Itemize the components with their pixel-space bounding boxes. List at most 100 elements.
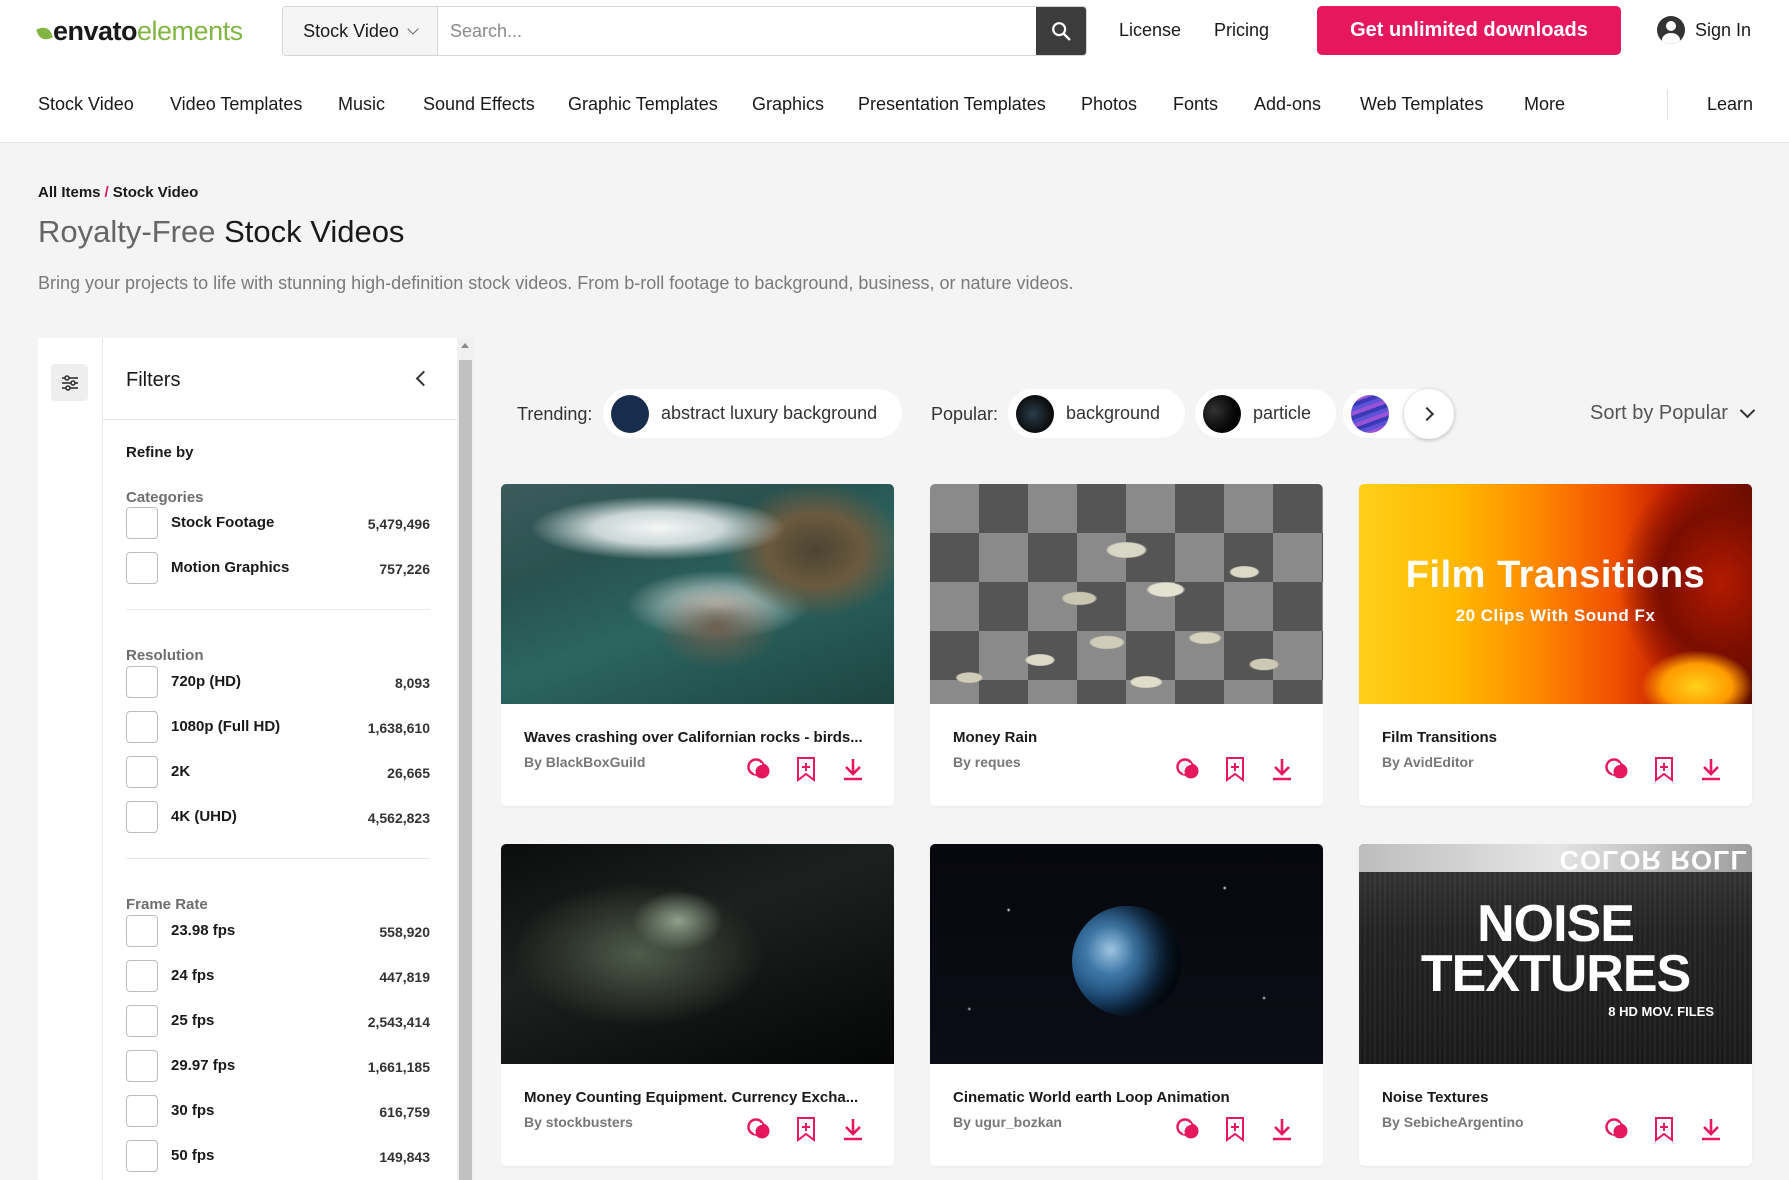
envato-elements-logo[interactable]: envato elements [36, 16, 243, 47]
nav-item-photos[interactable]: Photos [1081, 94, 1137, 115]
license-link[interactable]: License [1119, 20, 1181, 41]
video-card[interactable]: COLOR ROLL NOISE TEXTURES 8 HD MOV. FILE… [1359, 844, 1752, 1166]
nav-item-graphics[interactable]: Graphics [752, 94, 824, 115]
similar-items-button[interactable] [1174, 755, 1201, 782]
filter-option[interactable]: 1080p (Full HD) 1,638,610 [126, 711, 430, 743]
card-title[interactable]: Noise Textures [1382, 1089, 1722, 1106]
filter-option[interactable]: 23.98 fps 558,920 [126, 915, 430, 947]
video-thumbnail[interactable] [501, 844, 894, 1064]
breadcrumb-all-items[interactable]: All Items [38, 184, 101, 201]
filter-option[interactable]: 29.97 fps 1,661,185 [126, 1050, 430, 1082]
sidebar-scrollbar-thumb[interactable] [459, 360, 472, 1180]
checkbox[interactable] [126, 1095, 158, 1127]
filter-option[interactable]: Motion Graphics 757,226 [126, 552, 430, 584]
download-button[interactable] [1697, 755, 1724, 782]
search-input[interactable] [438, 7, 1036, 55]
sort-dropdown[interactable]: Sort by Popular [1590, 402, 1756, 425]
card-title[interactable]: Cinematic World earth Loop Animation [953, 1089, 1293, 1106]
filter-toggle-button[interactable] [51, 364, 88, 401]
checkbox[interactable] [126, 960, 158, 992]
nav-item-stock-video[interactable]: Stock Video [38, 94, 134, 115]
add-to-collection-button[interactable] [1221, 755, 1248, 782]
nav-item-sound-effects[interactable]: Sound Effects [423, 94, 535, 115]
collapse-chevron-icon[interactable] [415, 370, 432, 387]
filter-option[interactable]: 50 fps 149,843 [126, 1140, 430, 1172]
video-card[interactable]: Cinematic World earth Loop Animation By … [930, 844, 1323, 1166]
similar-items-button[interactable] [1174, 1115, 1201, 1142]
search-category-select[interactable]: Stock Video [283, 7, 438, 55]
download-button[interactable] [1268, 1115, 1295, 1142]
video-card[interactable]: Money Rain By reques [930, 484, 1323, 806]
checkbox[interactable] [126, 711, 158, 743]
video-card[interactable]: Money Counting Equipment. Currency Excha… [501, 844, 894, 1166]
nav-item-presentation-templates[interactable]: Presentation Templates [858, 94, 1046, 115]
card-title[interactable]: Money Counting Equipment. Currency Excha… [524, 1089, 864, 1106]
popular-tag-pill[interactable]: particle [1195, 389, 1337, 438]
video-card[interactable]: Film Transitions 20 Clips With Sound Fx … [1359, 484, 1752, 806]
filter-option[interactable]: 30 fps 616,759 [126, 1095, 430, 1127]
video-thumbnail[interactable]: COLOR ROLL NOISE TEXTURES 8 HD MOV. FILE… [1359, 844, 1752, 1064]
checkbox[interactable] [126, 1050, 158, 1082]
checkbox[interactable] [126, 915, 158, 947]
add-to-collection-button[interactable] [1650, 755, 1677, 782]
filter-option[interactable]: Stock Footage 5,479,496 [126, 507, 430, 539]
filter-option[interactable]: 25 fps 2,543,414 [126, 1005, 430, 1037]
popular-tag-pill[interactable]: background [1008, 389, 1186, 438]
tags-next-button[interactable] [1404, 389, 1454, 439]
add-to-collection-button[interactable] [1221, 1115, 1248, 1142]
video-thumbnail[interactable] [501, 484, 894, 704]
checkbox[interactable] [126, 552, 158, 584]
card-author[interactable]: By reques [953, 754, 1021, 770]
trending-tag-pill[interactable]: abstract luxury background [603, 389, 903, 438]
filter-option[interactable]: 4K (UHD) 4,562,823 [126, 801, 430, 833]
video-card[interactable]: Waves crashing over Californian rocks - … [501, 484, 894, 806]
card-author[interactable]: By ugur_bozkan [953, 1114, 1062, 1130]
filter-option[interactable]: 720p (HD) 8,093 [126, 666, 430, 698]
nav-item-add-ons[interactable]: Add-ons [1254, 94, 1321, 115]
card-title[interactable]: Film Transitions [1382, 729, 1722, 746]
video-thumbnail[interactable]: Film Transitions 20 Clips With Sound Fx [1359, 484, 1752, 704]
video-thumbnail[interactable] [930, 484, 1323, 704]
checkbox[interactable] [126, 507, 158, 539]
nav-item-more[interactable]: More [1524, 94, 1565, 115]
nav-item-web-templates[interactable]: Web Templates [1360, 94, 1483, 115]
checkbox[interactable] [126, 756, 158, 788]
download-button[interactable] [839, 1115, 866, 1142]
bookmark-plus-icon [796, 756, 815, 782]
sign-in-button[interactable]: Sign In [1657, 16, 1751, 44]
download-button[interactable] [1697, 1115, 1724, 1142]
card-title[interactable]: Waves crashing over Californian rocks - … [524, 729, 864, 746]
scroll-up-arrow-icon[interactable] [461, 343, 469, 348]
card-title[interactable]: Money Rain [953, 729, 1293, 746]
download-button[interactable] [1268, 755, 1295, 782]
checkbox[interactable] [126, 666, 158, 698]
breadcrumb-stock-video[interactable]: Stock Video [113, 184, 199, 201]
card-author[interactable]: By SebicheArgentino [1382, 1114, 1524, 1130]
card-author[interactable]: By BlackBoxGuild [524, 754, 645, 770]
similar-items-button[interactable] [745, 755, 772, 782]
nav-item-learn[interactable]: Learn [1707, 94, 1753, 115]
filter-option-label: 2K [171, 763, 191, 780]
filter-option[interactable]: 2K 26,665 [126, 756, 430, 788]
pricing-link[interactable]: Pricing [1214, 20, 1269, 41]
add-to-collection-button[interactable] [1650, 1115, 1677, 1142]
search-button[interactable] [1036, 7, 1086, 55]
get-unlimited-downloads-button[interactable]: Get unlimited downloads [1317, 6, 1621, 55]
checkbox[interactable] [126, 1005, 158, 1037]
similar-items-button[interactable] [1603, 1115, 1630, 1142]
card-author[interactable]: By AvidEditor [1382, 754, 1474, 770]
video-thumbnail[interactable] [930, 844, 1323, 1064]
similar-items-button[interactable] [1603, 755, 1630, 782]
card-author[interactable]: By stockbusters [524, 1114, 633, 1130]
download-button[interactable] [839, 755, 866, 782]
nav-item-fonts[interactable]: Fonts [1173, 94, 1218, 115]
checkbox[interactable] [126, 801, 158, 833]
nav-item-graphic-templates[interactable]: Graphic Templates [568, 94, 718, 115]
nav-item-music[interactable]: Music [338, 94, 385, 115]
add-to-collection-button[interactable] [792, 755, 819, 782]
add-to-collection-button[interactable] [792, 1115, 819, 1142]
checkbox[interactable] [126, 1140, 158, 1172]
nav-item-video-templates[interactable]: Video Templates [170, 94, 302, 115]
filter-option[interactable]: 24 fps 447,819 [126, 960, 430, 992]
similar-items-button[interactable] [745, 1115, 772, 1142]
